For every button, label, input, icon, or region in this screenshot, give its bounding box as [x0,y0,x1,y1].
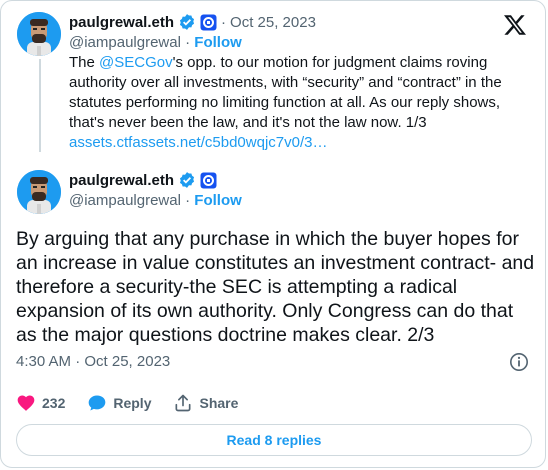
like-button[interactable]: 232 [16,393,65,413]
handle-separator: · [185,192,191,209]
text-prefix: The [69,54,100,71]
read-replies-button[interactable]: Read 8 replies [16,424,532,456]
url-link[interactable]: assets.ctfassets.net/c5bd0wqjc7v0/3… [69,134,327,151]
tweet-timestamp[interactable]: 4:30 AM · Oct 25, 2023 [16,353,170,370]
follow-button[interactable]: Follow [194,192,242,209]
handle-row: @iampaulgrewal · Follow [69,34,242,51]
handle[interactable]: @iampaulgrewal [69,192,181,209]
handle-row: @iampaulgrewal · Follow [69,192,242,209]
info-icon[interactable] [509,352,529,372]
action-bar: 232 Reply Share [16,393,260,413]
handle-separator: · [185,34,191,51]
main-tweet-text: By arguing that any purchase in which th… [16,228,535,346]
display-name[interactable]: paulgrewal.eth [69,172,174,189]
org-badge-icon[interactable] [200,172,217,189]
share-label: Share [199,395,239,411]
verified-badge-icon [178,13,196,31]
verified-badge-icon [178,171,196,189]
reply-label: Reply [113,395,152,411]
author-row: paulgrewal.eth · Oct 25, 2023 [69,13,316,31]
display-name[interactable]: paulgrewal.eth [69,14,174,31]
avatar[interactable] [17,12,61,56]
like-count: 232 [42,395,66,411]
mention-link[interactable]: @SECGov [99,54,173,71]
reply-button[interactable]: Reply [87,393,151,413]
author-row: paulgrewal.eth [69,171,217,189]
tweet-embed-card: paulgrewal.eth · Oct 25, 2023 @iampaulgr… [0,0,546,468]
reply-bubble-icon [87,393,107,413]
org-badge-icon[interactable] [200,14,217,31]
heart-icon [16,393,36,413]
x-logo-icon[interactable] [503,13,527,37]
follow-button[interactable]: Follow [194,34,242,51]
tweet-date[interactable]: Oct 25, 2023 [230,14,316,31]
share-button[interactable]: Share [173,393,238,413]
separator: · [221,13,227,31]
tweet-text: The @SECGov's opp. to our motion for jud… [69,53,529,153]
share-icon [173,393,193,413]
avatar[interactable] [17,170,61,214]
thread-connector-line [39,59,41,152]
handle[interactable]: @iampaulgrewal [69,34,181,51]
